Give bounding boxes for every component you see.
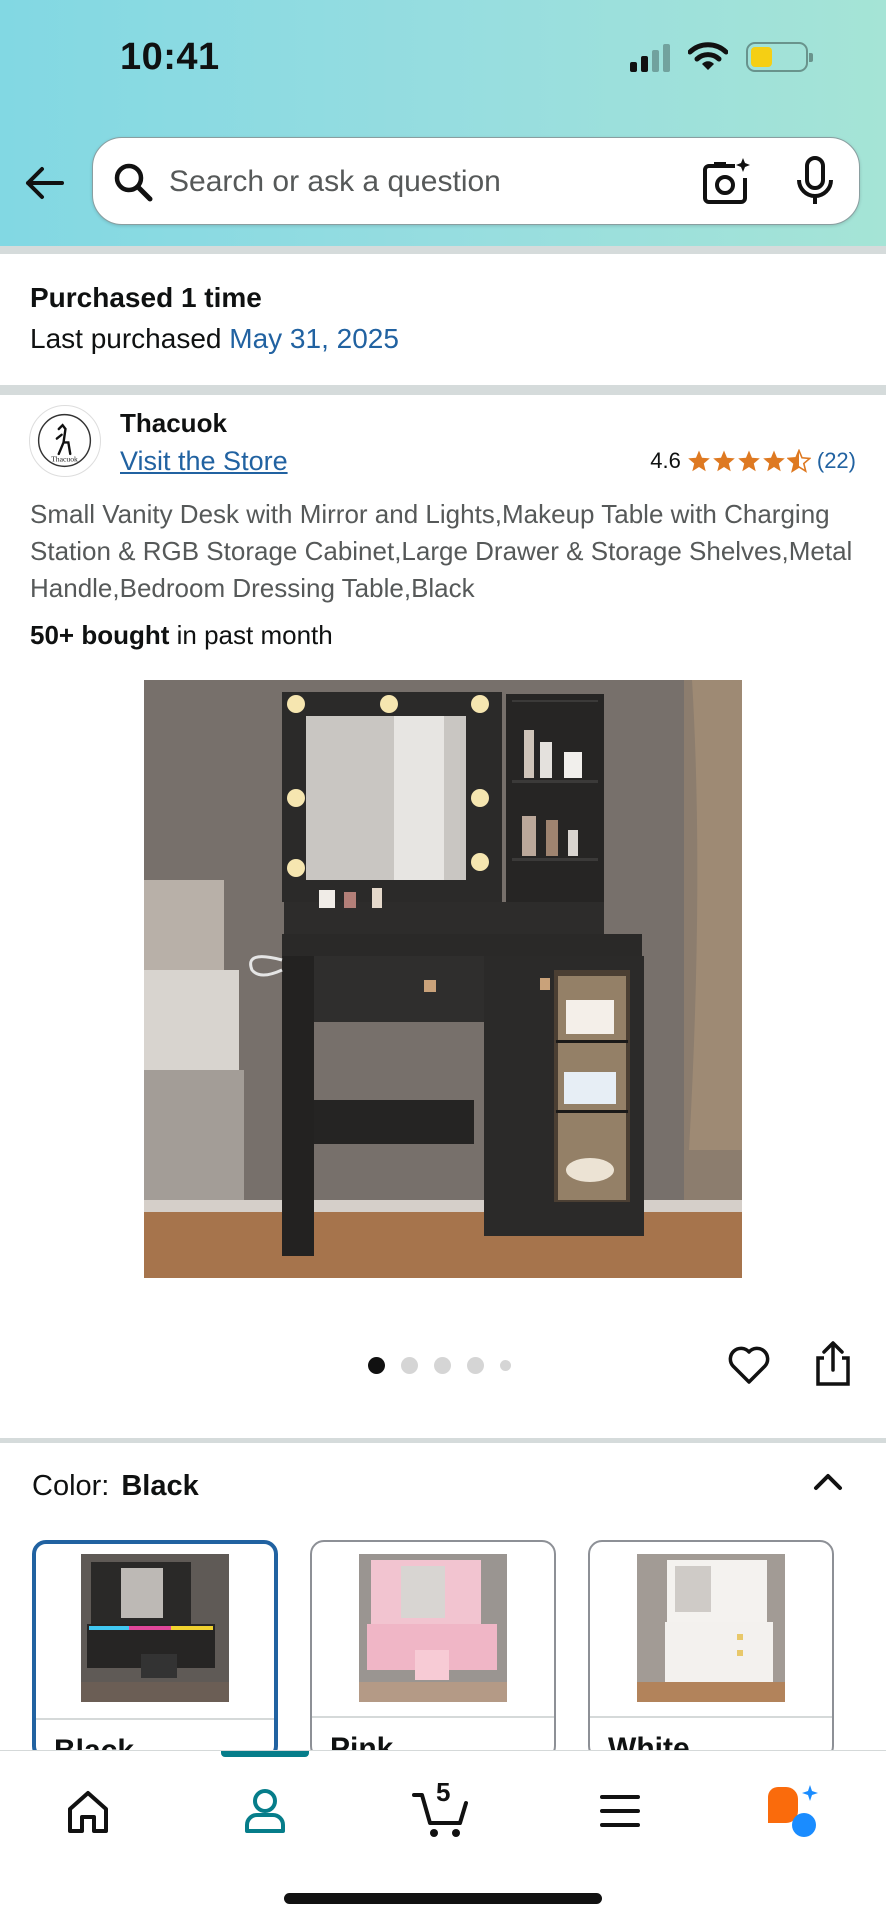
swatch-separator — [590, 1716, 832, 1718]
color-selector-label: Color: Black — [32, 1470, 199, 1503]
star-icon — [688, 450, 710, 472]
visit-store-link[interactable]: Visit the Store — [120, 446, 288, 477]
carousel-dot[interactable] — [467, 1357, 484, 1374]
star-icon — [763, 450, 785, 472]
status-time: 10:41 — [120, 36, 220, 78]
account-icon[interactable] — [235, 1781, 295, 1841]
color-option-pink[interactable]: Pink — [310, 1540, 556, 1760]
carousel-dot-active[interactable] — [368, 1357, 385, 1374]
search-input[interactable] — [169, 158, 749, 206]
color-thumbnail-black — [81, 1554, 229, 1702]
color-label: Color: — [32, 1470, 110, 1502]
carousel-dot[interactable] — [500, 1360, 511, 1371]
swatch-separator — [312, 1716, 554, 1718]
purchase-divider — [0, 385, 886, 395]
top-header: 10:41 — [0, 0, 886, 246]
last-purchased-date-link[interactable]: May 31, 2025 — [229, 323, 399, 354]
brand-logo[interactable]: Thacuok — [29, 405, 101, 477]
status-icons — [630, 42, 813, 72]
color-option-black[interactable]: Black — [32, 1540, 278, 1760]
product-image[interactable] — [144, 680, 742, 1278]
search-icon — [114, 163, 153, 202]
cart-button[interactable]: 5 — [410, 1777, 474, 1841]
rating[interactable]: 4.6 (22) — [650, 448, 856, 474]
rating-count: (22) — [816, 448, 856, 473]
rufus-icon[interactable] — [762, 1781, 822, 1841]
color-thumbnail-pink — [359, 1554, 507, 1702]
brand-name: Thacuok — [120, 408, 227, 438]
bought-count-rest: in past month — [176, 620, 333, 650]
last-purchased: Last purchased May 31, 2025 — [30, 323, 399, 355]
color-divider — [0, 1438, 886, 1443]
home-indicator — [284, 1893, 602, 1904]
color-selected-value: Black — [121, 1470, 199, 1502]
star-rating — [687, 449, 811, 473]
star-icon — [713, 450, 735, 472]
carousel-dot[interactable] — [401, 1357, 418, 1374]
color-thumbnail-white — [637, 1554, 785, 1702]
back-arrow-icon[interactable] — [22, 160, 68, 206]
brand-logo-image: Thacuok — [37, 413, 92, 468]
wifi-icon — [688, 42, 728, 70]
star-icon — [738, 450, 760, 472]
header-divider — [0, 246, 886, 254]
svg-text:Thacuok: Thacuok — [51, 455, 78, 464]
menu-icon[interactable] — [590, 1781, 650, 1841]
bought-count-bold: 50+ bought — [30, 620, 170, 650]
camera-icon[interactable] — [701, 156, 751, 206]
image-carousel-dots[interactable] — [368, 1357, 511, 1374]
bought-count: 50+ bought in past month — [30, 620, 333, 651]
last-purchased-label: Last purchased — [30, 323, 222, 354]
swatch-separator — [36, 1718, 274, 1720]
signal-icon — [630, 42, 670, 72]
heart-icon[interactable] — [726, 1342, 772, 1388]
chevron-up-icon[interactable] — [810, 1464, 846, 1500]
nav-active-indicator — [221, 1751, 309, 1757]
color-option-white[interactable]: White — [588, 1540, 834, 1760]
carousel-dot[interactable] — [434, 1357, 451, 1374]
rating-value: 4.6 — [650, 448, 681, 473]
home-icon[interactable] — [58, 1781, 118, 1841]
half-star-icon — [786, 449, 811, 473]
battery-icon — [746, 42, 813, 72]
vanity-desk-illustration — [144, 680, 742, 1278]
purchased-count: Purchased 1 time — [30, 282, 262, 313]
share-icon[interactable] — [812, 1340, 854, 1388]
search-bar[interactable] — [92, 137, 860, 225]
product-title: Small Vanity Desk with Mirror and Lights… — [30, 499, 853, 603]
cart-count: 5 — [436, 1777, 451, 1807]
mic-icon[interactable] — [793, 156, 837, 206]
